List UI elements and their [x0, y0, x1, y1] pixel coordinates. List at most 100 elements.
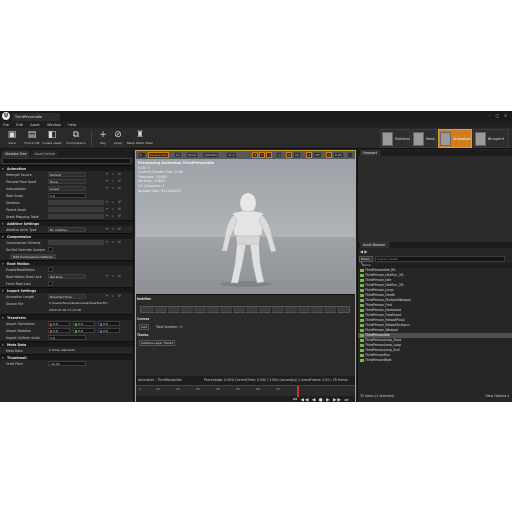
transport-controls[interactable]: ⏮ ◀◀ ◀ ● ▶ ▶▶ ⏭ ⟳	[293, 397, 355, 402]
property-value-field[interactable]	[48, 200, 104, 205]
additive-layer-tracks-button[interactable]: Additive Layer Tracks	[139, 340, 175, 346]
filters-button[interactable]: Filters ▾	[359, 256, 373, 265]
menu-help[interactable]: Help	[65, 121, 79, 128]
use-selected-arrow-icon[interactable]: ←	[106, 207, 110, 212]
property-value-field[interactable]: 1.0	[48, 193, 86, 198]
reset-icon[interactable]: ↺	[118, 227, 122, 232]
property-value-field[interactable]	[48, 240, 104, 245]
mode-blueprint[interactable]: Blueprint	[473, 129, 509, 148]
add-curve-button[interactable]: Add	[139, 324, 149, 330]
property-value-field[interactable]	[48, 207, 104, 212]
asset-browser-panel: Asset Browser ◀ ▶ Filters ▾ Search Asset…	[357, 242, 512, 402]
checkbox[interactable]	[48, 247, 53, 252]
vector-component-field[interactable]: 0.0	[48, 321, 70, 326]
edit-compression-settings-button[interactable]: Edit Compression Settings	[10, 254, 56, 259]
checkbox[interactable]	[48, 267, 53, 272]
maximize-icon[interactable]: □	[494, 113, 501, 118]
dropdown-select[interactable]: Ref Pose	[48, 274, 86, 279]
menu-asset[interactable]: Asset	[27, 121, 43, 128]
checkbox[interactable]	[48, 281, 53, 286]
apply-button[interactable]: ⊘ Apply	[108, 129, 128, 148]
notifies-track[interactable]	[140, 306, 350, 313]
use-selected-arrow-icon[interactable]: ←	[106, 227, 110, 232]
browse-icon[interactable]: ⌕	[112, 207, 116, 212]
browse-icon[interactable]: ⌕	[112, 274, 116, 279]
menu-file[interactable]: File	[0, 121, 12, 128]
browse-icon[interactable]: ⌕	[112, 294, 116, 299]
track-segment-divider	[271, 307, 272, 313]
mode-mesh[interactable]: Mesh	[411, 129, 437, 148]
dropdown-select[interactable]: None	[48, 179, 86, 184]
animation-asset-icon	[360, 343, 364, 347]
dropdown-select[interactable]: Default	[48, 172, 86, 177]
tab-skeleton-tree[interactable]: Skeleton Tree	[2, 151, 30, 157]
use-selected-arrow-icon[interactable]: ←	[106, 172, 110, 177]
tab-asset-browser[interactable]: Asset Browser	[360, 242, 389, 248]
reset-icon[interactable]: ↺	[118, 240, 122, 245]
browse-icon[interactable]: ⌕	[112, 214, 116, 219]
reset-icon[interactable]: ↺	[118, 172, 122, 177]
use-selected-arrow-icon[interactable]: ←	[106, 274, 110, 279]
view-options-button[interactable]: View Options ▾	[486, 394, 510, 398]
property-value-field[interactable]: 1.0	[48, 335, 86, 340]
menu-window[interactable]: Window	[44, 121, 64, 128]
tab-asset-details[interactable]: Asset Details	[31, 151, 59, 157]
details-search-input[interactable]	[2, 158, 131, 164]
browse-icon[interactable]: ⌕	[112, 186, 116, 191]
dropdown-select[interactable]: Exported Time	[48, 294, 86, 299]
find-in-cb-button[interactable]: ▤ Find in CB	[22, 129, 42, 148]
vector-component-field[interactable]: 0.0	[73, 328, 95, 333]
tab-viewport[interactable]: Viewport	[360, 150, 381, 156]
playback-status: Percentage: 0.00% CurrentTime: 0.000 / 2…	[204, 378, 348, 382]
minimize-icon[interactable]: –	[486, 113, 493, 118]
reset-icon[interactable]: ↺	[118, 186, 122, 191]
vector-component-field[interactable]: 0.0	[48, 328, 70, 333]
scrub-handle[interactable]	[297, 386, 299, 397]
reset-icon[interactable]: ↺	[118, 274, 122, 279]
axis-marker	[100, 329, 102, 333]
menu-edit[interactable]: Edit	[13, 121, 26, 128]
vector-component-field[interactable]: 0.0	[73, 321, 95, 326]
vector-component-field[interactable]: 0.0	[98, 321, 120, 326]
use-selected-arrow-icon[interactable]: ←	[106, 200, 110, 205]
use-selected-arrow-icon[interactable]: ←	[106, 240, 110, 245]
back-arrow-icon[interactable]: ◀	[360, 249, 363, 254]
browse-icon[interactable]: ⌕	[112, 172, 116, 177]
viewport-3d[interactable]: ▾ Perspective Lit Show 100.00% x1.0 ✥ ↻ …	[136, 151, 355, 294]
make-static-mesh-button[interactable]: ♜ Make Static Mesh	[126, 129, 154, 148]
close-icon[interactable]: ×	[502, 113, 509, 118]
save-button[interactable]: ▣ Save	[2, 129, 22, 148]
property-value-field[interactable]	[48, 214, 104, 219]
property-value-field[interactable]: -11.25	[48, 361, 86, 366]
reset-icon[interactable]: ↺	[118, 214, 122, 219]
asset-search-input[interactable]: Search Assets	[375, 256, 505, 262]
forward-arrow-icon[interactable]: ▶	[364, 249, 367, 254]
use-selected-arrow-icon[interactable]: ←	[106, 186, 110, 191]
asset-list-item[interactable]: ThirdPersonWalk	[358, 358, 512, 363]
mode-animation[interactable]: Animation	[438, 129, 472, 148]
browse-icon[interactable]: ⌕	[112, 240, 116, 245]
use-selected-arrow-icon[interactable]: ←	[106, 294, 110, 299]
browse-icon[interactable]: ⌕	[112, 227, 116, 232]
document-tab[interactable]: ThirdPersonIdle	[12, 113, 60, 121]
property-label: Additive Anim Type	[6, 227, 37, 232]
reset-icon[interactable]: ↺	[118, 179, 122, 184]
dropdown-select[interactable]: Linear	[48, 186, 86, 191]
create-asset-button[interactable]: ◧ Create Asset	[42, 129, 62, 148]
browse-icon[interactable]: ⌕	[112, 200, 116, 205]
vector-component-field[interactable]: 0.0	[98, 328, 120, 333]
dropdown-select[interactable]: No additive	[48, 227, 86, 232]
scrub-bar[interactable]: 0 10 20 30 40 50 60 70	[136, 385, 355, 397]
property-label: EnableRootMotion	[6, 267, 35, 272]
property-label: Do Not Override Compre	[6, 247, 46, 252]
compression-button[interactable]: ⧉ Compression	[64, 129, 88, 148]
use-selected-arrow-icon[interactable]: ←	[106, 214, 110, 219]
reset-icon[interactable]: ↺	[118, 207, 122, 212]
browse-icon[interactable]: ⌕	[112, 179, 116, 184]
reset-icon[interactable]: ↺	[118, 200, 122, 205]
mode-skeleton[interactable]: Skeleton	[380, 129, 410, 148]
property-row: Skeleton ← ⌕ ↺	[0, 199, 133, 206]
asset-name: ThirdPerson_Death	[365, 293, 396, 297]
reset-icon[interactable]: ↺	[118, 294, 122, 299]
use-selected-arrow-icon[interactable]: ←	[106, 179, 110, 184]
